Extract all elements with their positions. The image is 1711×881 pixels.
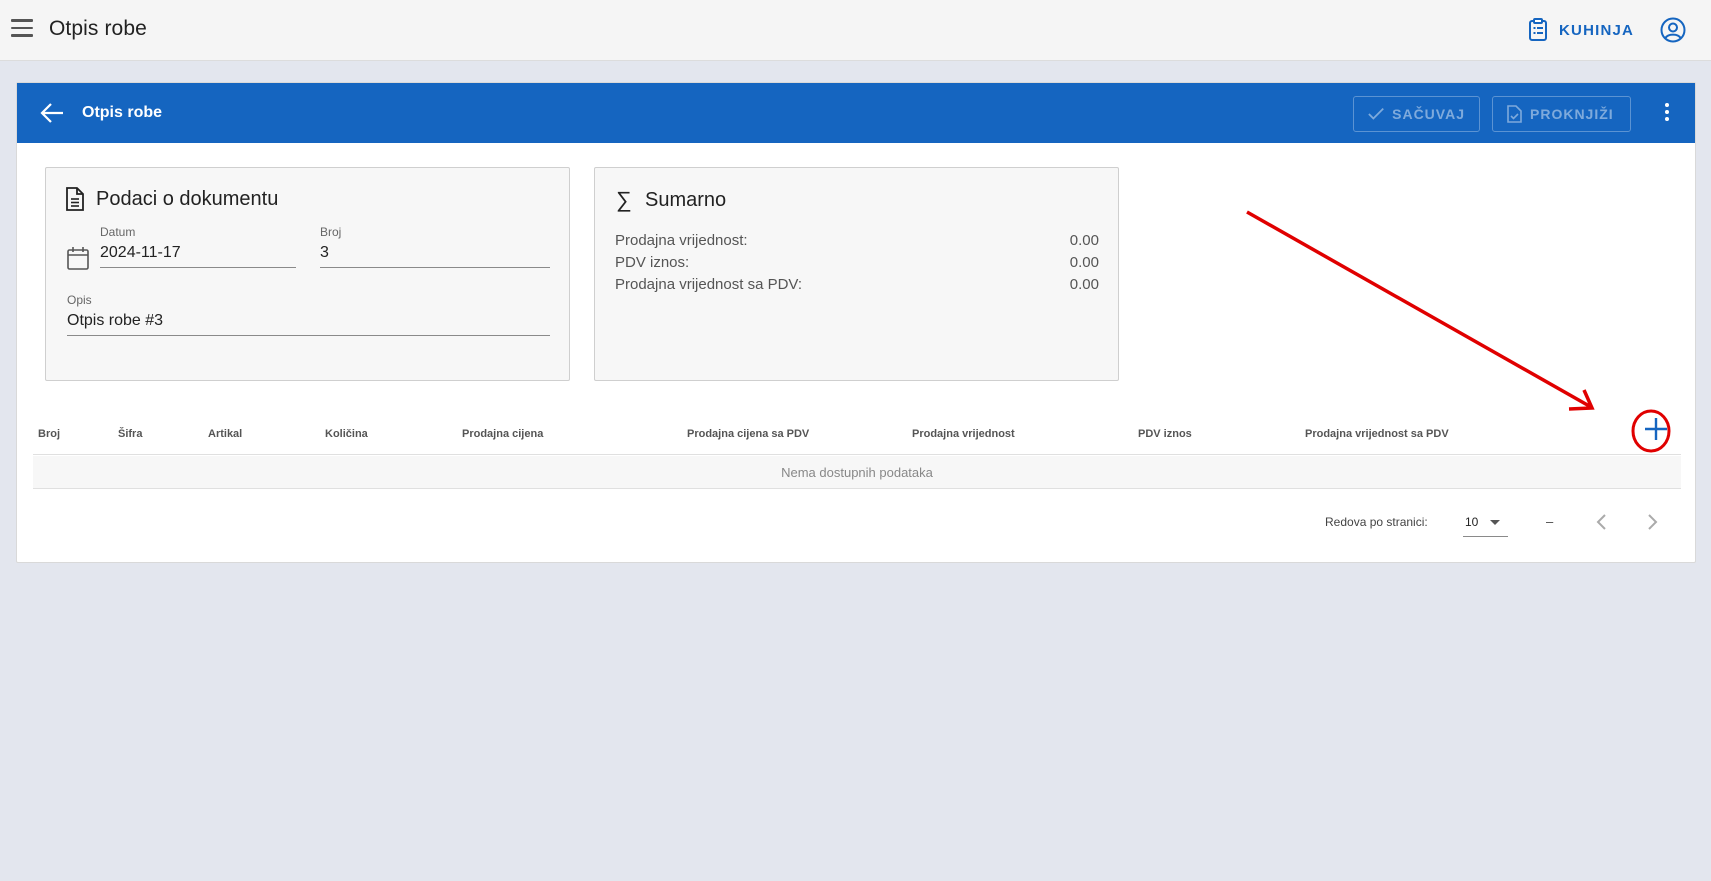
summary-row: PDV iznos: 0.00 [615, 254, 1099, 271]
pagination: Redova po stranici: 10 – [17, 508, 1695, 538]
location-button[interactable]: KUHINJA [1528, 14, 1634, 46]
account-circle-icon[interactable] [1660, 17, 1686, 43]
post-button[interactable]: PROKNJIŽI [1492, 96, 1631, 132]
clipboard-list-icon [1529, 18, 1547, 41]
empty-table-message: Nema dostupnih podataka [33, 456, 1681, 489]
rows-per-page-label: Redova po stranici: [1325, 515, 1428, 529]
summary-row-label: Prodajna vrijednost sa PDV: [615, 276, 803, 293]
back-arrow-icon[interactable] [39, 101, 65, 125]
app-title: Otpis robe [49, 17, 147, 40]
dropdown-caret-icon [1490, 520, 1500, 525]
summary-panel-title: Sumarno [645, 188, 727, 211]
location-label: KUHINJA [1559, 21, 1635, 39]
description-input[interactable] [67, 310, 550, 336]
chevron-right-icon[interactable] [1645, 512, 1659, 532]
document-info-panel: Podaci o dokumentu Datum Broj Opis [45, 167, 570, 381]
document-panel-title: Podaci o dokumentu [96, 187, 279, 210]
card-title: Otpis robe [82, 104, 163, 121]
rows-per-page-value: 10 [1465, 515, 1479, 529]
page-range: – [1546, 514, 1554, 529]
document-card: Otpis robe SAČUVAJ PROKNJIŽI Podaci o do… [16, 82, 1696, 563]
save-button-label: SAČUVAJ [1392, 106, 1465, 122]
description-label: Opis [67, 293, 92, 307]
hamburger-menu-icon[interactable] [11, 19, 33, 41]
summary-row-label: Prodajna vrijednost: [615, 232, 748, 249]
summary-row-value: 0.00 [1069, 276, 1099, 293]
column-header[interactable]: Prodajna vrijednost [912, 428, 1015, 440]
check-icon [1368, 107, 1384, 120]
column-header[interactable]: Količina [325, 428, 368, 440]
save-button[interactable]: SAČUVAJ [1353, 96, 1480, 132]
card-header: Otpis robe SAČUVAJ PROKNJIŽI [17, 83, 1695, 143]
number-field: Broj [320, 225, 550, 268]
more-vert-icon[interactable] [1663, 103, 1671, 125]
post-button-label: PROKNJIŽI [1530, 106, 1614, 122]
file-check-icon [1507, 105, 1522, 123]
summary-panel: ∑ Sumarno Prodajna vrijednost: 0.00 PDV … [594, 167, 1119, 381]
summary-row-label: PDV iznos: [615, 254, 690, 271]
column-header[interactable]: Artikal [208, 428, 242, 440]
summary-row: Prodajna vrijednost: 0.00 [615, 232, 1099, 249]
number-input[interactable] [320, 242, 550, 268]
column-header[interactable]: Prodajna vrijednost sa PDV [1305, 428, 1449, 440]
column-header[interactable]: PDV iznos [1138, 428, 1192, 440]
summary-row-value: 0.00 [1069, 232, 1099, 249]
date-field: Datum [100, 225, 296, 268]
calendar-icon[interactable] [67, 246, 89, 270]
date-label: Datum [100, 225, 136, 239]
date-input[interactable] [100, 242, 296, 268]
table-header: Broj Šifra Artikal Količina Prodajna cij… [33, 413, 1681, 455]
column-header[interactable]: Šifra [118, 428, 142, 440]
column-header[interactable]: Prodajna cijena sa PDV [687, 428, 809, 440]
number-label: Broj [320, 225, 342, 239]
top-app-bar: Otpis robe KUHINJA [0, 0, 1711, 61]
column-header[interactable]: Prodajna cijena [462, 428, 543, 440]
document-icon [66, 187, 84, 211]
summary-row-value: 0.00 [1069, 254, 1099, 271]
summary-row: Prodajna vrijednost sa PDV: 0.00 [615, 276, 1099, 293]
description-field: Opis [67, 293, 550, 336]
chevron-left-icon[interactable] [1595, 512, 1609, 532]
add-item-button[interactable] [1636, 409, 1676, 449]
column-header[interactable]: Broj [38, 428, 60, 440]
rows-per-page-select[interactable]: 10 [1463, 509, 1508, 537]
sigma-icon: ∑ [616, 187, 632, 212]
